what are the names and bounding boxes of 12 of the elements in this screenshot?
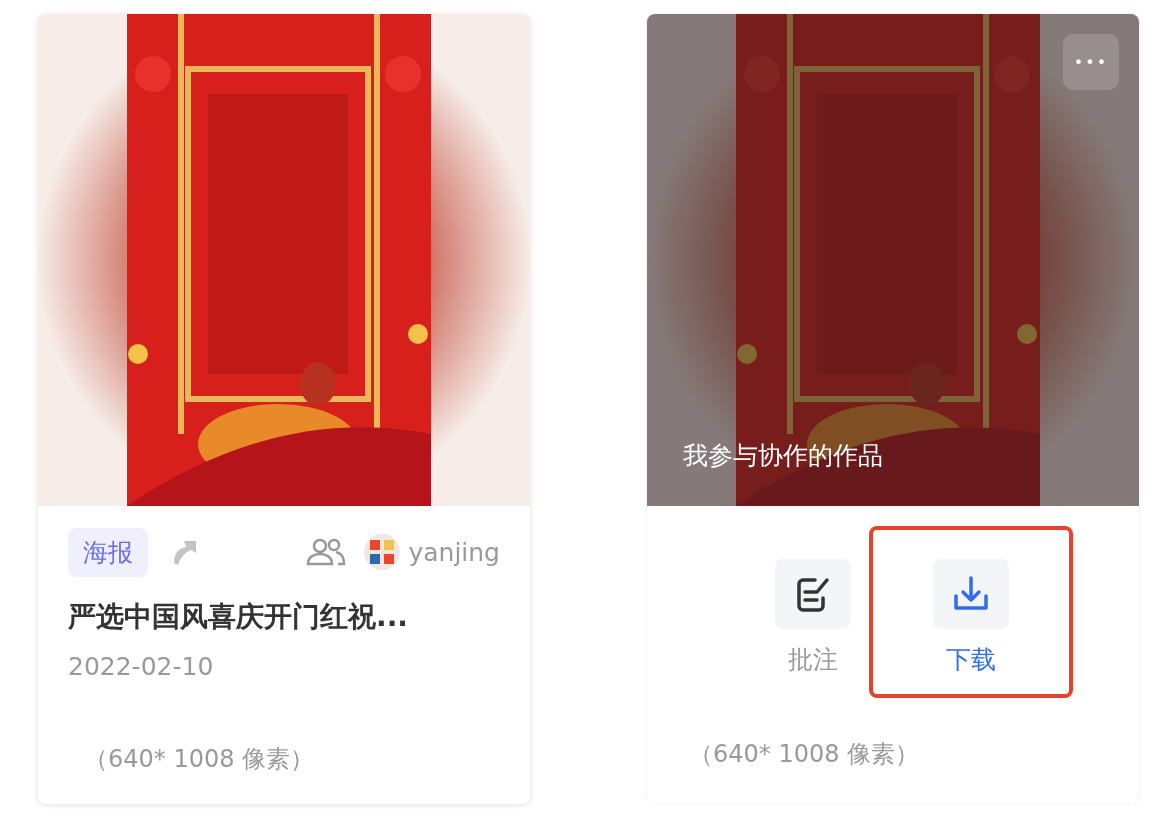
image-size: （640* 1008 像素） (83, 744, 316, 775)
work-date: 2022-02-10 (68, 652, 215, 681)
work-title: 严选中国风喜庆开门红祝... (68, 599, 409, 635)
more-button[interactable]: ••• (1063, 34, 1119, 90)
type-tag: 海报 (68, 527, 148, 577)
image-caption: 我参与协作的作品 (683, 440, 883, 472)
image-size: （640* 1008 像素） (688, 739, 921, 770)
work-card[interactable]: 我参与协作的作品 ••• 批注 下载 （640* 1008 像素） (647, 14, 1139, 804)
download-button[interactable]: 下载 (869, 526, 1073, 698)
avatar-icon (364, 534, 401, 570)
work-card[interactable]: 海报 yanjing 严选中国风喜庆开门红祝... 2022-02-10 （640* 1008 像素） (38, 14, 530, 804)
owner-name: yanjing (408, 537, 500, 567)
